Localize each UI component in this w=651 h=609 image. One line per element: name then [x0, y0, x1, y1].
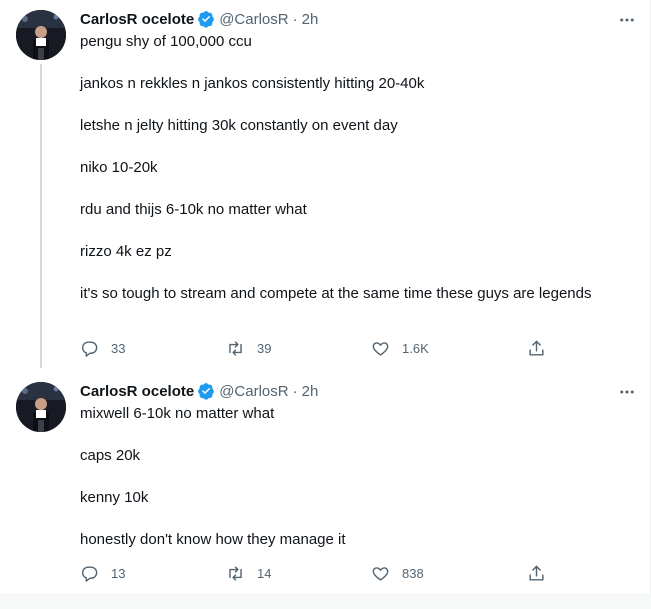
retweet-count: 39 [257, 340, 272, 356]
share-button[interactable] [527, 563, 546, 583]
tweet-paragraph: pengu shy of 100,000 ccu [80, 33, 252, 50]
tweet-paragraph: jankos n rekkles n jankos consistently h… [80, 75, 425, 92]
tweet-actions: 13 14 838 [80, 563, 550, 583]
more-options-icon[interactable] [618, 11, 636, 29]
reply-button[interactable]: 13 [80, 563, 125, 583]
tweet-text: mixwell 6-10k no matter what caps 20k ke… [80, 403, 610, 550]
verified-badge-icon [198, 11, 215, 28]
like-count: 1.6K [402, 340, 429, 356]
reply-icon [81, 340, 98, 357]
heart-icon [372, 341, 389, 356]
separator-dot: · [292, 10, 298, 28]
tweet-paragraph: letshe n jelty hitting 30k constantly on… [80, 117, 398, 134]
share-icon [529, 340, 544, 356]
tweet-paragraph: niko 10-20k [80, 159, 158, 176]
heart-icon [372, 566, 389, 581]
tweet-paragraph: rizzo 4k ez pz [80, 243, 172, 260]
tweet-header: CarlosR ocelote @CarlosR · 2h [80, 381, 318, 401]
reply-button[interactable]: 33 [80, 338, 125, 358]
tweet-paragraph: kenny 10k [80, 489, 149, 506]
author-handle[interactable]: @CarlosR [219, 383, 288, 400]
author-name[interactable]: CarlosR ocelote [80, 383, 194, 400]
separator-dot: · [292, 382, 298, 400]
reply-count: 33 [111, 340, 126, 356]
tweet-text: pengu shy of 100,000 ccu jankos n rekkle… [80, 31, 610, 304]
verified-badge-icon [198, 383, 215, 400]
timeline-bottom-divider [0, 594, 651, 609]
tweet-2[interactable]: CarlosR ocelote @CarlosR · 2h mixwell 6-… [0, 372, 650, 594]
timestamp[interactable]: 2h [302, 11, 319, 28]
reply-count: 13 [111, 565, 126, 581]
avatar-photo-icon [16, 382, 66, 432]
like-button[interactable]: 838 [371, 563, 424, 583]
like-button[interactable]: 1.6K [371, 338, 429, 358]
share-button[interactable] [527, 338, 546, 358]
tweet-paragraph: caps 20k [80, 447, 141, 464]
avatar[interactable] [16, 10, 66, 60]
share-icon [529, 565, 544, 581]
like-count: 838 [402, 565, 424, 581]
tweet-paragraph: mixwell 6-10k no matter what [80, 405, 275, 422]
tweet-paragraph: honestly don't know how they manage it [80, 531, 346, 548]
tweet-paragraph: it's so tough to stream and compete at t… [80, 285, 592, 302]
avatar[interactable] [16, 382, 66, 432]
author-name[interactable]: CarlosR ocelote [80, 11, 194, 28]
tweet-actions: 33 39 1.6K [80, 338, 550, 358]
thread-line [40, 64, 42, 368]
reply-icon [81, 565, 98, 582]
retweet-icon [229, 340, 242, 356]
retweet-count: 14 [257, 565, 272, 581]
more-options-icon[interactable] [618, 383, 636, 401]
timestamp[interactable]: 2h [302, 383, 319, 400]
tweet-header: CarlosR ocelote @CarlosR · 2h [80, 9, 318, 29]
author-handle[interactable]: @CarlosR [219, 11, 288, 28]
retweet-button[interactable]: 39 [226, 338, 271, 358]
tweet-paragraph: rdu and thijs 6-10k no matter what [80, 201, 307, 218]
retweet-button[interactable]: 14 [226, 563, 271, 583]
avatar-photo-icon [16, 10, 66, 60]
retweet-icon [229, 565, 242, 581]
tweet-1[interactable]: CarlosR ocelote @CarlosR · 2h pengu shy … [0, 0, 650, 372]
